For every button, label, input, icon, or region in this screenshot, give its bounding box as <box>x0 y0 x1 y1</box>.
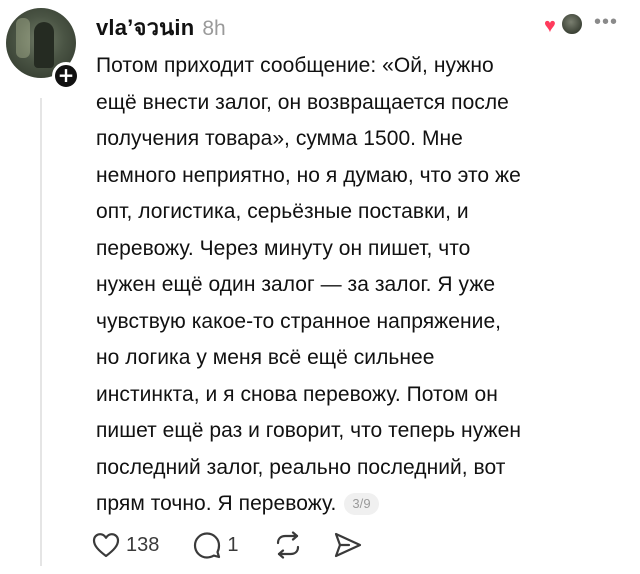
speech-bubble-icon <box>194 532 221 559</box>
liker-avatar <box>560 12 584 36</box>
post-text-line: ещё внести залог, он возвращается после <box>96 90 509 114</box>
author-username[interactable]: vla’จวนin <box>96 10 194 45</box>
post-text-line: Потом приходит сообщение: «Ой, нужно <box>96 54 494 77</box>
like-count: 138 <box>126 533 160 556</box>
post-text-line: получения товара», сумма 1500. Мне <box>96 127 463 150</box>
heart-outline-icon <box>92 533 120 558</box>
post-actions-bar: 138 1 <box>92 528 363 562</box>
post-text-line: нужен ещё один залог — за залог. Я уже <box>96 273 496 296</box>
post-header: vla’จวนin 8h <box>96 10 226 41</box>
post-text-line: пишет ещё раз и говорит, что теперь нуже… <box>96 419 521 442</box>
page-indicator-badge: 3/9 <box>344 493 379 515</box>
reply-count: 1 <box>227 533 239 556</box>
post-text-line: инстинкта, и я снова перевожу. Потом он <box>96 382 498 406</box>
post-text-line-content: прям точно. Я перевожу. <box>96 492 337 515</box>
post-text-line: опт, логистика, серьёзные поставки, и <box>96 200 469 223</box>
repost-button[interactable] <box>273 531 303 559</box>
author-avatar-wrap[interactable]: + <box>6 8 82 90</box>
repost-arrows-icon <box>276 531 299 559</box>
like-button[interactable]: 138 <box>92 532 159 558</box>
post-body-text: Потом приходит сообщение: «Ой, нужно ещё … <box>96 48 636 523</box>
liked-by-indicator[interactable]: ♥ <box>542 10 588 40</box>
avatar-figure-detail <box>34 22 54 68</box>
post-text-line: последний залог, реально последний, вот <box>96 455 506 479</box>
post-timestamp[interactable]: 8h <box>202 17 225 41</box>
reply-button[interactable]: 1 <box>193 531 239 559</box>
more-options-icon[interactable]: ••• <box>594 12 618 32</box>
share-button[interactable] <box>333 531 363 559</box>
post-text-line: перевожу. Через минуту он пишет, что <box>96 236 471 260</box>
follow-plus-button[interactable]: + <box>52 62 80 90</box>
post-text-line: немного неприятно, но я думаю, что это ж… <box>96 163 521 187</box>
liked-heart-icon: ♥ <box>544 15 556 37</box>
post-text-line: прям точно. Я перевожу. 3/9 <box>96 486 636 523</box>
send-arrow-icon <box>334 532 361 558</box>
avatar-light-detail <box>16 18 30 58</box>
post-text-line: но логика у меня всё ещё сильнее <box>96 346 435 369</box>
thread-connector-line <box>40 98 42 566</box>
post-text-line: чувствую какое-то странное напряжение, <box>96 309 502 333</box>
